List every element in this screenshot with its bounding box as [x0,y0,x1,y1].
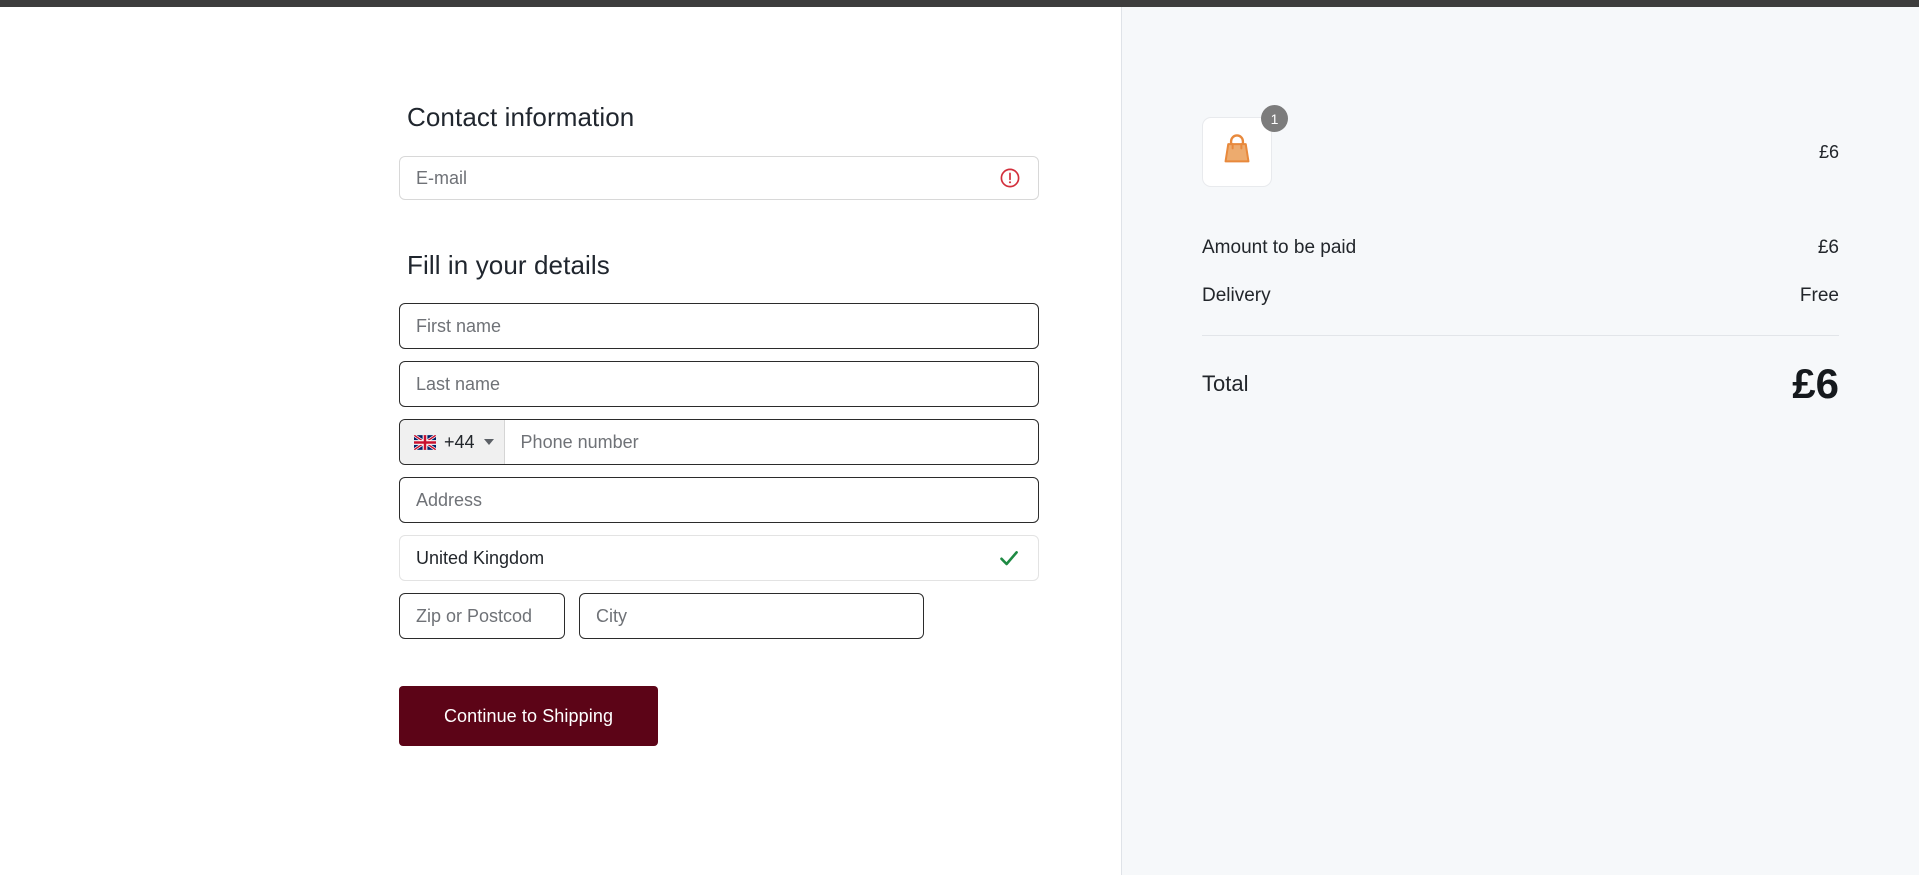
dial-code-label: +44 [444,432,475,452]
address-placeholder: Address [416,490,483,510]
order-summary-column: 1 £6 Amount to be paid £6 Delivery Free … [1121,7,1919,875]
email-placeholder: E-mail [416,168,468,188]
total-value: £6 [1792,360,1839,407]
top-bar [0,0,1919,7]
uk-flag-icon [414,434,436,450]
summary-label-delivery: Delivery [1202,285,1271,306]
cart-item-row: 1 £6 [1202,105,1839,194]
country-field[interactable]: United Kingdom [399,535,1039,581]
cart-item-thumbnail: 1 [1202,105,1288,187]
total-label: Total [1202,371,1249,396]
summary-divider [1202,335,1839,336]
zip-field[interactable]: Zip or Postcod [399,593,565,639]
cart-item-price: £6 [1818,141,1839,162]
country-code-selector[interactable]: +44 [400,420,505,464]
zip-placeholder: Zip or Postcod [416,606,533,626]
checkout-page: Contact information E-mail Fill in your … [0,0,1919,875]
summary-label-amount: Amount to be paid [1202,237,1357,258]
phone-number-field[interactable]: +44 Phone number [399,419,1039,465]
country-value: United Kingdom [416,548,545,568]
product-image [1202,117,1272,187]
chevron-down-icon [483,439,494,445]
fill-in-details-heading: Fill in your details [407,250,610,280]
error-circle-icon [1000,168,1020,188]
first-name-placeholder: First name [416,316,502,336]
last-name-placeholder: Last name [416,374,501,394]
summary-line-amount: Amount to be paid £6 [1202,237,1839,259]
checkout-form: Contact information E-mail Fill in your … [399,102,1039,746]
checkout-form-column: Contact information E-mail Fill in your … [0,7,1121,875]
city-placeholder: City [596,606,627,626]
summary-total-row: Total £6 [1202,363,1839,405]
order-summary: 1 £6 Amount to be paid £6 Delivery Free … [1202,105,1839,405]
shopping-bag-icon [1217,130,1257,175]
city-field[interactable]: City [579,593,924,639]
contact-information-heading: Contact information [407,102,635,132]
first-name-field[interactable]: First name [399,303,1039,349]
check-icon [998,547,1020,569]
last-name-field[interactable]: Last name [399,361,1039,407]
cart-quantity-badge: 1 [1261,105,1288,132]
address-field[interactable]: Address [399,477,1039,523]
summary-value-delivery: Free [1799,285,1839,306]
phone-number-placeholder: Phone number [520,431,639,452]
zip-city-row: Zip or Postcod City [399,593,1039,651]
continue-to-shipping-button[interactable]: Continue to Shipping [399,686,658,746]
summary-value-amount: £6 [1817,237,1839,258]
summary-line-delivery: Delivery Free [1202,285,1839,307]
email-field[interactable]: E-mail [399,156,1039,200]
